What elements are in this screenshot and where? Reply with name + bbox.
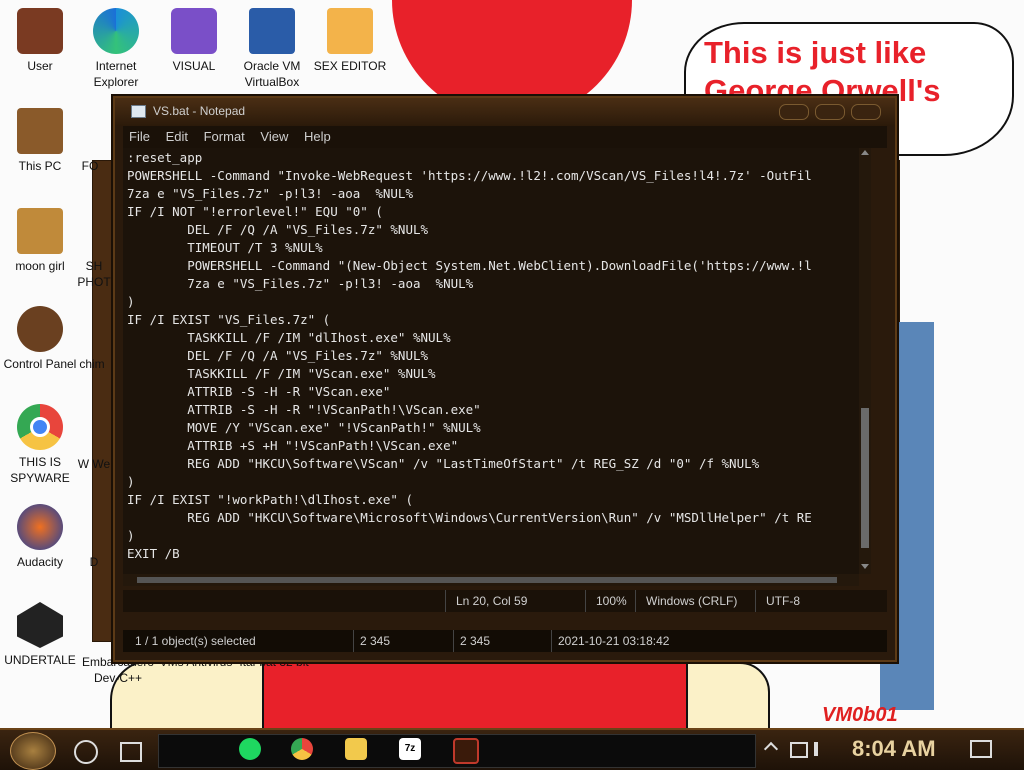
title-bar[interactable]: VS.bat - Notepad — [115, 98, 895, 126]
icon-label: Oracle VM VirtualBox — [243, 59, 301, 89]
icon-label: W We — [77, 457, 111, 471]
start-button[interactable] — [10, 732, 56, 770]
menu-file[interactable]: File — [123, 126, 156, 144]
desktop-icon-we[interactable]: W We — [74, 456, 114, 472]
chevron-up-icon[interactable] — [763, 741, 779, 757]
user-icon — [17, 8, 63, 54]
icon-label: Audacity — [16, 555, 64, 569]
desktop-icon-photo[interactable]: SH PHOT — [74, 258, 114, 290]
text-editor[interactable]: :reset_app POWERSHELL -Command "Invoke-W… — [123, 148, 859, 574]
icon-label: This PC — [18, 159, 62, 173]
desktop-icon-control-panel[interactable]: Control Panel — [0, 306, 80, 372]
bubble-line-1: This is just like — [704, 35, 927, 70]
edge-icon — [93, 8, 139, 54]
task-view-icon[interactable] — [120, 742, 142, 762]
audacity-icon — [17, 504, 63, 550]
media-icon[interactable] — [453, 738, 479, 764]
menu-edit[interactable]: Edit — [160, 126, 194, 144]
visual-studio-icon — [171, 8, 217, 54]
explorer-status-bar: 1 / 1 object(s) selected 2 345 2 345 202… — [123, 630, 887, 652]
desktop: This is just like George Orwell's VM0b01… — [0, 0, 1024, 728]
icon-label: SH PHOT — [77, 259, 111, 289]
window-title: VS.bat - Notepad — [153, 104, 246, 118]
line-ending: Windows (CRLF) — [635, 590, 746, 612]
notification-icon[interactable] — [970, 740, 992, 758]
search-icon[interactable] — [74, 740, 98, 764]
horizontal-scrollbar[interactable] — [123, 574, 859, 586]
desktop-icon-hex-editor[interactable]: SEX EDITOR — [310, 8, 390, 74]
cartoon-shape-red — [262, 662, 690, 728]
cartoon-shape-right — [686, 662, 770, 728]
close-button[interactable] — [851, 104, 881, 120]
watermark-text: VM0b01 — [822, 704, 898, 726]
icon-label: VISUAL — [172, 59, 216, 73]
desktop-icon-undertale[interactable]: UNDERTALE — [0, 602, 80, 668]
taskbar-apps: 7z — [158, 734, 756, 768]
icon-label: Control Panel — [3, 357, 77, 371]
menu-view[interactable]: View — [254, 126, 294, 144]
desktop-icon-moon-girl[interactable]: moon girl — [0, 208, 80, 274]
maximize-button[interactable] — [815, 104, 845, 120]
chrome-icon — [17, 404, 63, 450]
icon-label: moon girl — [15, 259, 65, 273]
status-bar: Ln 20, Col 59 100% Windows (CRLF) UTF-8 — [123, 590, 887, 612]
7zip-icon[interactable]: 7z — [399, 738, 421, 760]
desktop-icon-user[interactable]: User — [0, 8, 80, 74]
scroll-thumb[interactable] — [861, 408, 869, 548]
desktop-icon-audacity[interactable]: Audacity — [0, 504, 80, 570]
file-size: 2 345 — [353, 630, 440, 652]
encoding: UTF-8 — [755, 590, 866, 612]
menu-bar: File Edit Format View Help — [123, 126, 887, 148]
file-datetime: 2021-10-21 03:18:42 — [551, 630, 738, 652]
icon-label: FO — [81, 159, 99, 173]
menu-format[interactable]: Format — [198, 126, 251, 144]
icon-label: UNDERTALE — [4, 653, 76, 667]
clock[interactable]: 8:04 AM — [852, 736, 936, 762]
scroll-up-icon[interactable] — [861, 150, 869, 155]
scroll-down-icon[interactable] — [861, 564, 869, 569]
volume-muted-icon[interactable] — [814, 742, 830, 756]
selection-status: 1 / 1 object(s) selected — [135, 634, 256, 648]
notepad-icon — [131, 105, 146, 118]
icon-label: SEX EDITOR — [313, 59, 387, 73]
icon-label: User — [27, 59, 53, 73]
icon-label: THIS IS SPYWARE — [10, 455, 70, 485]
notepad-window: VS.bat - Notepad File Edit Format View H… — [113, 96, 897, 662]
menu-help[interactable]: Help — [298, 126, 337, 144]
taskbar: 7z 8:04 AM — [0, 728, 1024, 770]
network-icon[interactable] — [790, 742, 808, 758]
minimize-button[interactable] — [779, 104, 809, 120]
desktop-icon-visual[interactable]: VISUAL — [154, 8, 234, 74]
editor-content[interactable]: :reset_app POWERSHELL -Command "Invoke-W… — [123, 148, 859, 563]
computer-icon — [17, 108, 63, 154]
hxd-icon — [327, 8, 373, 54]
desktop-icon-d[interactable]: D — [74, 554, 114, 570]
icon-label: chim — [79, 357, 105, 371]
file-size-2: 2 345 — [453, 630, 540, 652]
desktop-icon-spyware[interactable]: THIS IS SPYWARE — [0, 404, 80, 486]
spotify-icon[interactable] — [239, 738, 261, 760]
zoom-level: 100% — [585, 590, 636, 612]
vertical-scrollbar[interactable] — [859, 148, 871, 574]
desktop-icon-internet-explorer[interactable]: Internet Explorer — [76, 8, 156, 90]
icon-label: D — [89, 555, 99, 569]
virtualbox-icon — [249, 8, 295, 54]
desktop-icon-fo[interactable]: FO — [70, 158, 110, 174]
desktop-icon-virtualbox[interactable]: Oracle VM VirtualBox — [232, 8, 312, 90]
icon-label: Internet Explorer — [93, 59, 139, 89]
hscroll-thumb[interactable] — [137, 577, 837, 583]
file-explorer-icon[interactable] — [345, 738, 367, 760]
chrome-icon[interactable] — [291, 738, 313, 760]
cursor-position: Ln 20, Col 59 — [445, 590, 584, 612]
desktop-icon-this-pc[interactable]: This PC — [0, 108, 80, 174]
folder-icon — [17, 208, 63, 254]
desktop-icon-chim[interactable]: chim — [72, 356, 112, 372]
lightbulb-icon — [17, 306, 63, 352]
unity-icon — [17, 602, 63, 648]
